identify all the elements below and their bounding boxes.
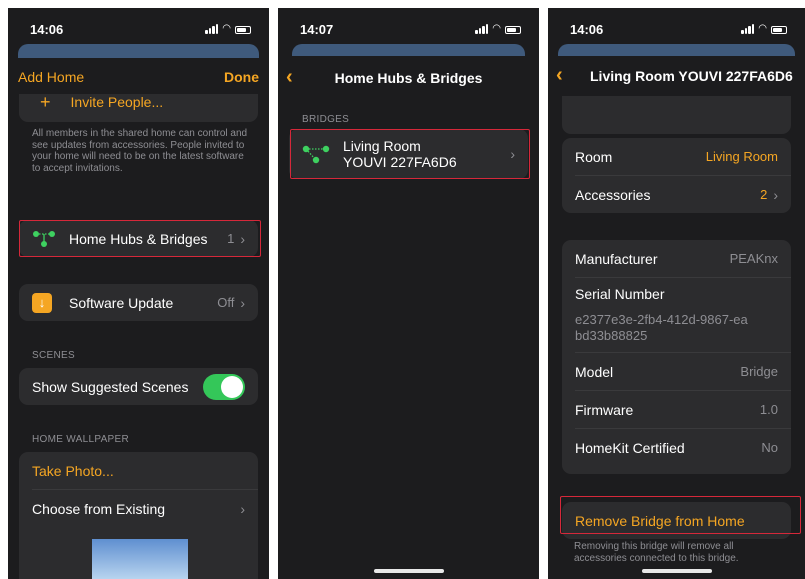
serial-number-label: Serial Number [575,286,665,302]
screen-hubs-bridges: 14:07 ◠ ‹ Home Hubs & Bridges BRIDGES Li… [278,8,539,579]
highlight-box [290,129,530,179]
status-bar: 14:06 ◠ [8,8,269,44]
show-suggested-scenes-row: Show Suggested Scenes [19,368,258,405]
signal-icon [741,24,755,34]
home-indicator [373,569,444,573]
accessories-value: 2 [760,187,768,202]
add-home-button[interactable]: Add Home [18,69,84,85]
manufacturer-value: PEAKnx [729,251,778,266]
nav-bar: ‹ Living Room YOUVI 227FA6D6 [548,58,805,94]
software-update-label: Software Update [69,294,174,311]
take-photo-label: Take Photo... [32,462,114,479]
plus-icon: + [40,92,51,112]
take-photo-row[interactable]: Take Photo... [19,452,258,489]
status-icons: ◠ [205,24,251,34]
nav-bar: Add Home Done [8,58,269,94]
invite-card: + Invite People... [19,92,258,122]
status-bar: 14:06 ◠ [548,8,805,44]
nav-bar: ‹ Home Hubs & Bridges [278,60,539,96]
battery-icon [505,26,521,34]
scenes-card: Show Suggested Scenes [19,368,258,405]
page-title: Living Room YOUVI 227FA6D6 [590,68,793,84]
homekit-certified-row: HomeKit Certified No [562,429,791,466]
accessories-row[interactable]: Accessories 2 › [562,176,791,213]
choose-existing-label: Choose from Existing [32,500,166,517]
suggested-scenes-toggle[interactable] [203,373,245,400]
screen-bridge-details: 14:06 ◠ ‹ Living Room YOUVI 227FA6D6 Roo… [548,8,805,579]
software-update-icon: ↓ [32,292,52,313]
screen-home-settings: 14:06 ◠ Add Home Done + Invite People...… [8,8,269,579]
manufacturer-label: Manufacturer [575,250,658,267]
room-label: Room [575,148,613,165]
back-chevron-icon[interactable]: ‹ [556,64,563,87]
wallpaper-preview[interactable] [92,539,188,579]
signal-icon [475,24,489,34]
chevron-right-icon: › [773,186,778,203]
highlight-box [560,496,801,534]
room-row[interactable]: Room Living Room [562,138,791,175]
accessories-label: Accessories [575,186,651,203]
highlight-box [19,220,261,257]
show-suggested-scenes-label: Show Suggested Scenes [32,378,189,395]
status-icons: ◠ [475,24,521,34]
room-value: Living Room [705,149,778,164]
software-update-row[interactable]: ↓ Software Update Off › [19,284,258,321]
wallpaper-header: HOME WALLPAPER [32,434,129,445]
serial-number-value: e2377e3e-2fb4-412d-9867-eabd33b88825 [575,312,748,343]
battery-icon [235,26,251,34]
status-time: 14:06 [30,22,64,37]
status-bar: 14:07 ◠ [278,8,539,44]
software-update-value: Off [217,295,235,310]
model-row: Model Bridge [562,353,791,390]
info-card: Manufacturer PEAKnx Serial Number e2377e… [562,240,791,474]
firmware-label: Firmware [575,401,634,418]
chevron-right-icon: › [240,294,245,311]
sheet-background [558,44,795,56]
battery-icon [771,26,787,34]
firmware-row: Firmware 1.0 [562,391,791,428]
invite-note: All members in the shared home can contr… [32,128,248,174]
wifi-icon: ◠ [492,23,501,34]
model-label: Model [575,363,614,380]
remove-note: Removing this bridge will remove all acc… [574,541,739,564]
serial-number-row: Serial Number e2377e3e-2fb4-412d-9867-ea… [562,278,791,352]
done-button[interactable]: Done [224,69,259,85]
scenes-header: SCENES [32,350,75,361]
sheet-background [292,44,525,56]
wifi-icon: ◠ [758,23,767,34]
status-time: 14:07 [300,22,334,37]
homekit-certified-value: No [761,440,778,455]
chevron-right-icon: › [240,500,245,517]
model-value: Bridge [740,364,778,379]
page-title: Home Hubs & Bridges [334,70,483,86]
bridges-header: BRIDGES [302,114,350,125]
signal-icon [205,24,219,34]
software-card: ↓ Software Update Off › [19,284,258,321]
choose-existing-row[interactable]: Choose from Existing › [19,490,258,527]
invite-people-row[interactable]: + Invite People... [19,92,258,122]
homekit-certified-label: HomeKit Certified [575,439,685,456]
manufacturer-row: Manufacturer PEAKnx [562,240,791,277]
top-card-remnant [562,96,791,134]
sheet-background [18,44,259,58]
firmware-value: 1.0 [759,402,778,417]
wifi-icon: ◠ [222,23,231,34]
home-indicator [641,569,712,573]
invite-people-label: Invite People... [70,94,164,110]
status-time: 14:06 [570,22,604,37]
status-icons: ◠ [741,24,787,34]
room-card: Room Living Room Accessories 2 › [562,138,791,213]
